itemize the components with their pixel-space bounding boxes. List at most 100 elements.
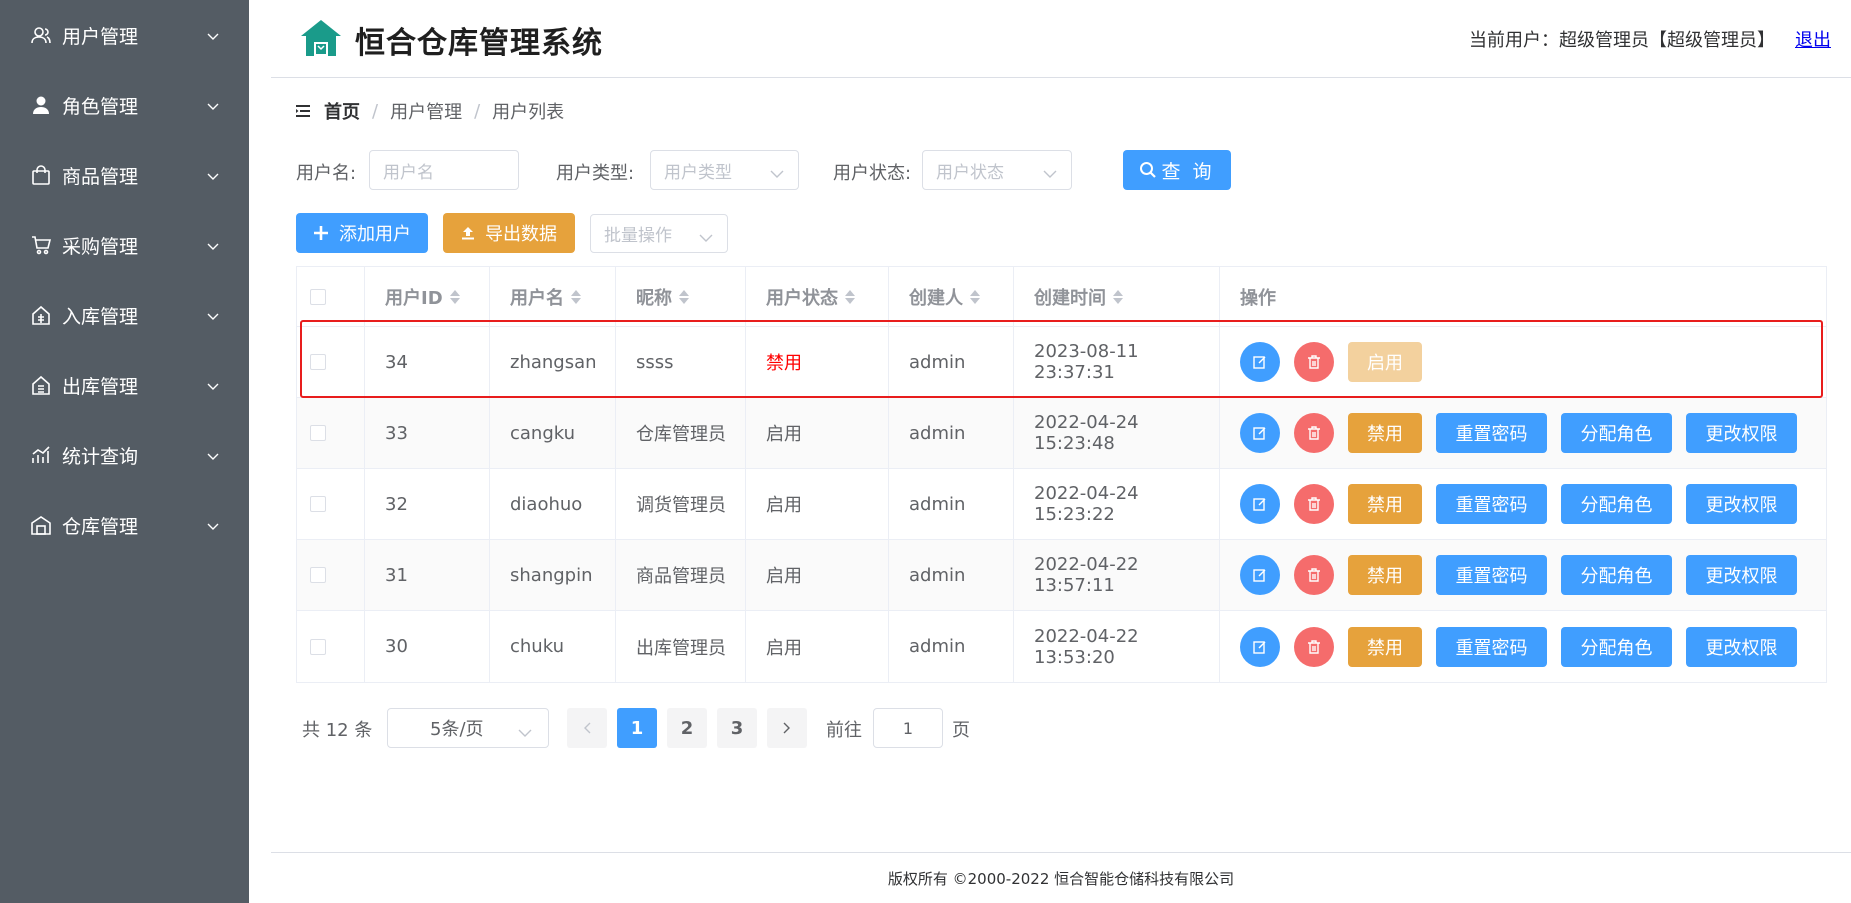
reset-password-button[interactable]: 重置密码 [1436,626,1547,667]
add-user-button[interactable]: 添加用户 [296,213,428,253]
sort-icon[interactable] [679,289,689,304]
assign-role-button[interactable]: 分配角色 [1561,413,1672,453]
edit-icon [1253,426,1267,440]
row-checkbox[interactable] [310,354,326,370]
table-header-row: 用户ID 用户名 昵称 用户状态 创建人 创建时间 操作 [297,267,1826,327]
change-permission-button[interactable]: 更改权限 [1686,626,1797,667]
prev-page-button[interactable] [567,708,607,748]
delete-button[interactable] [1294,626,1334,667]
assign-role-button[interactable]: 分配角色 [1561,484,1672,524]
disable-button[interactable]: 禁用 [1348,413,1422,453]
cell-created-time: 2022-04-24 15:23:48 [1014,398,1220,468]
assign-role-button[interactable]: 分配角色 [1561,555,1672,595]
sidebar-item-statistics-query[interactable]: 统计查询 [0,420,249,490]
cell-actions: 启用 [1220,327,1826,397]
breadcrumb-separator: / [474,100,481,122]
cell-user-id: 34 [365,327,490,397]
reset-password-button[interactable]: 重置密码 [1436,484,1547,524]
cell-user-id: 32 [365,469,490,539]
enable-button[interactable]: 启用 [1348,342,1422,382]
sort-icon[interactable] [970,289,980,304]
header-username[interactable]: 用户名 [490,267,616,326]
sidebar-item-warehouse-management[interactable]: 仓库管理 [0,490,249,560]
disable-button[interactable]: 禁用 [1348,626,1422,667]
assign-role-button[interactable]: 分配角色 [1561,626,1672,667]
page-2-button[interactable]: 2 [667,708,707,748]
user-status-select[interactable]: 用户状态 [922,150,1072,190]
sort-icon[interactable] [571,289,581,304]
trash-icon [1307,497,1321,511]
row-select-cell [297,540,365,610]
search-button[interactable]: 查 询 [1123,150,1231,190]
header-created-time[interactable]: 创建时间 [1014,267,1220,326]
cell-nickname: 出库管理员 [616,611,746,682]
sidebar-item-product-management[interactable]: 商品管理 [0,140,249,210]
change-permission-button[interactable]: 更改权限 [1686,555,1797,595]
sort-icon[interactable] [1113,289,1123,304]
edit-button[interactable] [1240,342,1280,382]
add-user-label: 添加用户 [339,224,411,245]
row-checkbox[interactable] [310,425,326,441]
header-user-status[interactable]: 用户状态 [746,267,889,326]
edit-button[interactable] [1240,413,1280,453]
disable-button[interactable]: 禁用 [1348,555,1422,595]
header-user-id[interactable]: 用户ID [365,267,490,326]
sidebar-item-outbound-management[interactable]: 出库管理 [0,350,249,420]
edit-button[interactable] [1240,626,1280,667]
chevron-down-icon [207,234,221,256]
delete-button[interactable] [1294,342,1334,382]
sidebar-item-inbound-management[interactable]: 入库管理 [0,280,249,350]
cell-username: cangku [490,398,616,468]
next-page-button[interactable] [767,708,807,748]
reset-password-button[interactable]: 重置密码 [1436,555,1547,595]
row-checkbox[interactable] [310,567,326,583]
edit-button[interactable] [1240,555,1280,595]
pagination: 共 12 条 5条/页 1 2 3 前往 1 页 [302,708,1302,748]
user-type-select[interactable]: 用户类型 [650,150,799,190]
header-label: 操作 [1240,287,1276,309]
select-all-checkbox[interactable] [310,288,326,305]
cell-actions: 禁用 重置密码 分配角色 更改权限 [1220,611,1826,682]
change-permission-button[interactable]: 更改权限 [1686,413,1797,453]
sort-icon[interactable] [449,289,460,304]
sort-icon[interactable] [845,289,855,304]
row-checkbox[interactable] [310,638,326,655]
sidebar-item-label: 统计查询 [62,445,139,468]
chevron-down-icon [207,304,221,326]
page-3-button[interactable]: 3 [717,708,757,748]
page-size-value: 5条/页 [430,719,484,740]
header-nickname[interactable]: 昵称 [616,267,746,326]
page-size-select[interactable]: 5条/页 [387,708,549,748]
row-checkbox[interactable] [310,496,326,512]
delete-button[interactable] [1294,555,1334,595]
edit-button[interactable] [1240,484,1280,524]
breadcrumb-home[interactable]: 首页 [324,98,360,124]
cell-nickname: 商品管理员 [616,540,746,610]
copyright-text: 版权所有 ©2000-2022 恒合智能仓储科技有限公司 [887,869,1235,888]
delete-button[interactable] [1294,413,1334,453]
goto-page-input[interactable]: 1 [873,708,943,748]
sidebar-item-user-management[interactable]: 用户管理 [0,0,249,70]
cell-user-status: 启用 [746,469,889,539]
cell-username: diaohuo [490,469,616,539]
cell-actions: 禁用 重置密码 分配角色 更改权限 [1220,398,1826,468]
cell-creator: admin [889,469,1014,539]
page-1-button[interactable]: 1 [617,708,657,748]
goto-label: 前往 [826,720,862,741]
trash-icon [1307,355,1321,369]
sidebar-item-role-management[interactable]: 角色管理 [0,70,249,140]
header-creator[interactable]: 创建人 [889,267,1014,326]
change-permission-button[interactable]: 更改权限 [1686,484,1797,524]
delete-button[interactable] [1294,484,1334,524]
warehouse-icon [30,514,52,536]
row-select-cell [297,469,365,539]
export-data-button[interactable]: 导出数据 [443,213,575,253]
disable-button[interactable]: 禁用 [1348,484,1422,524]
username-input[interactable]: 用户名 [369,150,519,190]
batch-operation-select[interactable]: 批量操作 [590,214,728,253]
username-label: 用户名: [296,163,357,184]
logout-link[interactable]: 退出 [1795,26,1831,52]
reset-password-button[interactable]: 重置密码 [1436,413,1547,453]
menu-fold-icon[interactable] [296,101,312,122]
sidebar-item-purchase-management[interactable]: 采购管理 [0,210,249,280]
